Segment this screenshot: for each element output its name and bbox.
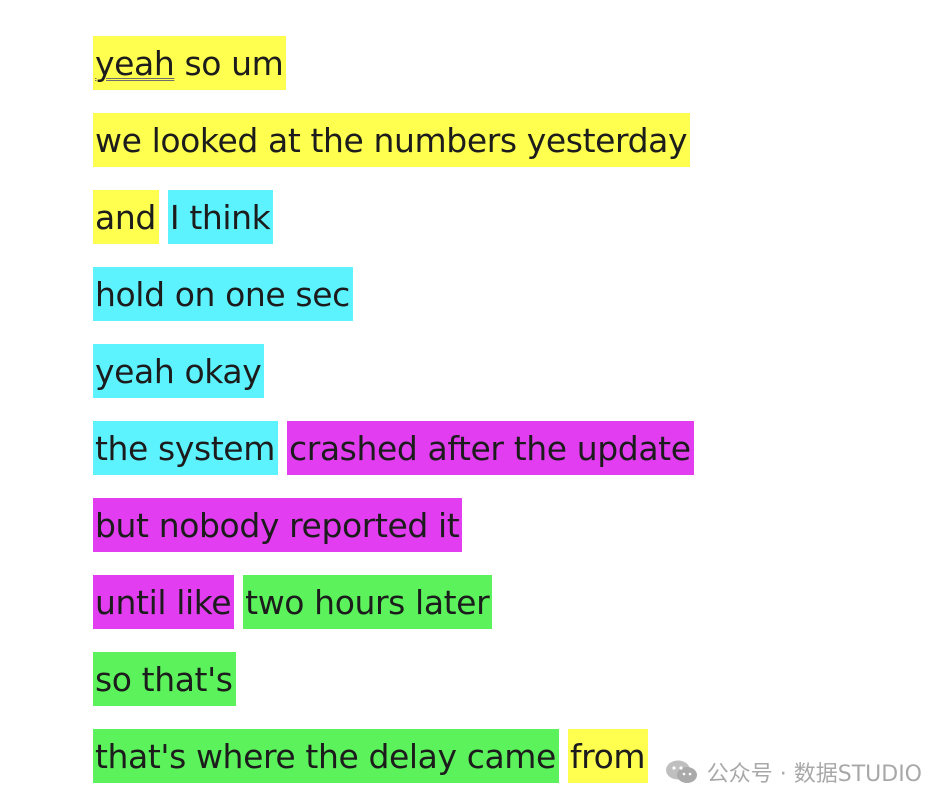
transcript-line: that's where the delay came from	[93, 729, 703, 783]
misspelled-word: yeah	[95, 43, 175, 83]
transcript-line: we looked at the numbers yesterday	[93, 113, 703, 167]
highlight-cyan: I think	[167, 190, 274, 244]
highlight-cyan: yeah okay	[93, 344, 265, 398]
transcript-line: yeah so um	[93, 36, 703, 90]
highlight-yellow: from	[567, 729, 649, 783]
highlight-green: so that's	[93, 652, 236, 706]
highlight-magenta: until like	[93, 575, 235, 629]
transcript-line: hold on one sec	[93, 267, 703, 321]
transcript-line: until like two hours later	[93, 575, 703, 629]
segment-text: so um	[174, 43, 284, 83]
transcript-line: yeah okay	[93, 344, 703, 398]
transcript-line: so that's	[93, 652, 703, 706]
highlight-yellow: we looked at the numbers yesterday	[93, 113, 691, 167]
wechat-icon	[665, 760, 697, 783]
transcript-line: and I think	[93, 190, 703, 244]
transcript-document: yeah so um we looked at the numbers yeste…	[93, 36, 703, 806]
highlight-yellow: and	[93, 190, 159, 244]
highlight-green: that's where the delay came	[93, 729, 559, 783]
highlight-cyan: hold on one sec	[93, 267, 353, 321]
transcript-line: but nobody reported it	[93, 498, 703, 552]
highlight-yellow: yeah so um	[93, 36, 287, 90]
watermark: 公众号 · 数据STUDIO	[665, 756, 922, 788]
highlight-magenta: but nobody reported it	[93, 498, 463, 552]
transcript-line: the system crashed after the update	[93, 421, 703, 475]
watermark-text: 公众号 · 数据STUDIO	[706, 762, 922, 787]
highlight-green: two hours later	[243, 575, 493, 629]
highlight-magenta: crashed after the update	[286, 421, 694, 475]
highlight-cyan: the system	[93, 421, 278, 475]
